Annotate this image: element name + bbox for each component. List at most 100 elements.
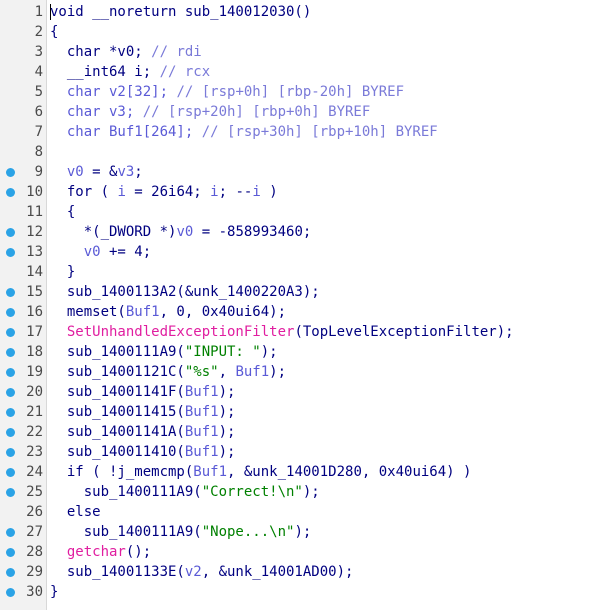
code-line[interactable]: 17 SetUnhandledExceptionFilter(TopLevelE… (0, 322, 604, 342)
code-line[interactable]: 3 char *v0; // rdi (0, 42, 604, 62)
code-token: "INPUT: " (184, 344, 261, 360)
code-line[interactable]: 16 memset(Buf1, 0, 0x40ui64); (0, 302, 604, 322)
line-number: 17 (26, 324, 43, 340)
code-token: sub_14001141A( (50, 424, 185, 440)
code-line[interactable]: 24 if ( !j_memcmp(Buf1, &unk_14001D280, … (0, 462, 604, 482)
code-text: } (50, 582, 58, 602)
code-token: Buf1 (184, 444, 219, 460)
breakpoint-dot-icon[interactable] (6, 428, 15, 437)
code-token: (); (125, 544, 152, 560)
code-line[interactable]: 15 sub_1400113A2(&unk_1400220A3); (0, 282, 604, 302)
breakpoint-dot-icon[interactable] (6, 468, 15, 477)
breakpoint-dot-icon[interactable] (6, 328, 15, 337)
code-token: , 0, 0x40ui64); (159, 304, 287, 320)
line-number: 20 (26, 384, 43, 400)
breakpoint-dot-icon[interactable] (6, 448, 15, 457)
breakpoint-dot-icon[interactable] (6, 408, 15, 417)
code-line[interactable]: 4 __int64 i; // rcx (0, 62, 604, 82)
code-line[interactable]: 7 char Buf1[264]; // [rsp+30h] [rbp+10h]… (0, 122, 604, 142)
code-line[interactable]: 9 v0 = &v3; (0, 162, 604, 182)
code-line[interactable]: 10 for ( i = 26i64; i; --i ) (0, 182, 604, 202)
code-token: // rcx (159, 64, 211, 80)
code-line[interactable]: 1 void __noreturn sub_140012030() (0, 2, 604, 22)
code-token: i (117, 184, 126, 200)
code-line[interactable]: 22 sub_14001141A(Buf1); (0, 422, 604, 442)
code-line[interactable]: 18 sub_1400111A9("INPUT: "); (0, 342, 604, 362)
code-token: v0 (176, 224, 194, 240)
breakpoint-dot-icon[interactable] (6, 308, 15, 317)
code-line[interactable]: 23 sub_140011410(Buf1); (0, 442, 604, 462)
breakpoint-dot-icon[interactable] (6, 548, 15, 557)
code-token: sub_14001133E( (50, 564, 185, 580)
code-text: v0 = &v3; (50, 162, 143, 182)
code-token: if ( !j_memcmp( (50, 464, 194, 480)
code-token: sub_140011410( (50, 444, 185, 460)
line-number: 6 (34, 104, 43, 120)
breakpoint-dot-icon[interactable] (6, 248, 15, 257)
breakpoint-dot-icon[interactable] (6, 168, 15, 177)
breakpoint-dot-icon[interactable] (6, 288, 15, 297)
line-number: 28 (26, 544, 43, 560)
breakpoint-dot-icon[interactable] (6, 368, 15, 377)
code-line[interactable]: 26 else (0, 502, 604, 522)
code-text: sub_14001141F(Buf1); (50, 382, 236, 402)
code-line[interactable]: 20 sub_14001141F(Buf1); (0, 382, 604, 402)
code-text: sub_1400111A9("INPUT: "); (50, 342, 278, 362)
code-token: v0 (50, 164, 84, 180)
code-token: sub_1400111A9( (50, 524, 202, 540)
code-token: Buf1 (184, 384, 219, 400)
breakpoint-dot-icon[interactable] (6, 188, 15, 197)
code-line[interactable]: 27 sub_1400111A9("Nope...\n"); (0, 522, 604, 542)
code-line[interactable]: 29 sub_14001133E(v2, &unk_14001AD00); (0, 562, 604, 582)
code-line[interactable]: 21 sub_140011415(Buf1); (0, 402, 604, 422)
code-token: SetUnhandledExceptionFilter (66, 324, 295, 340)
code-token: for ( (50, 184, 118, 200)
pseudocode-view[interactable]: 1 void __noreturn sub_140012030() 2{3 char… (0, 0, 604, 610)
code-token: void __noreturn sub_140012030() (50, 4, 312, 20)
code-text: memset(Buf1, 0, 0x40ui64); (50, 302, 286, 322)
code-token: Buf1 (125, 304, 160, 320)
line-number: 8 (34, 144, 43, 160)
code-token: } (50, 584, 59, 600)
code-token: sub_1400113A2(&unk_1400220A3); (50, 284, 320, 300)
code-token: // [rsp+20h] [rbp+0h] BYREF (142, 104, 371, 120)
breakpoint-dot-icon[interactable] (6, 488, 15, 497)
code-line[interactable]: 25 sub_1400111A9("Correct!\n"); (0, 482, 604, 502)
code-line[interactable]: 19 sub_14001121C("%s", Buf1); (0, 362, 604, 382)
line-number: 16 (26, 304, 43, 320)
breakpoint-dot-icon[interactable] (6, 228, 15, 237)
code-line[interactable]: 2{ (0, 22, 604, 42)
breakpoint-dot-icon[interactable] (6, 588, 15, 597)
code-token: = & (83, 164, 118, 180)
code-line[interactable]: 14 } (0, 262, 604, 282)
line-number: 26 (26, 504, 43, 520)
line-number: 22 (26, 424, 43, 440)
code-token: // [rsp+0h] [rbp-20h] BYREF (176, 84, 405, 100)
code-line[interactable]: 12 *(_DWORD *)v0 = -858993460; (0, 222, 604, 242)
code-line[interactable]: 28 getchar(); (0, 542, 604, 562)
line-number: 30 (26, 584, 43, 600)
code-token: ); (294, 524, 312, 540)
code-token: i (210, 184, 219, 200)
line-number: 11 (26, 204, 43, 220)
code-text: SetUnhandledExceptionFilter(TopLevelExce… (50, 322, 514, 342)
code-lines: 1 void __noreturn sub_140012030() 2{3 char… (0, 2, 604, 602)
code-token: ); (269, 364, 287, 380)
code-line[interactable]: 5 char v2[32]; // [rsp+0h] [rbp-20h] BYR… (0, 82, 604, 102)
breakpoint-dot-icon[interactable] (6, 348, 15, 357)
code-text: __int64 i; // rcx (50, 62, 210, 82)
code-line[interactable]: 11 { (0, 202, 604, 222)
code-line[interactable]: 6 char v3; // [rsp+20h] [rbp+0h] BYREF (0, 102, 604, 122)
breakpoint-dot-icon[interactable] (6, 528, 15, 537)
code-line[interactable]: 13 v0 += 4; (0, 242, 604, 262)
code-line[interactable]: 30} (0, 582, 604, 602)
line-number: 29 (26, 564, 43, 580)
breakpoint-dot-icon[interactable] (6, 388, 15, 397)
code-token: Buf1 (235, 364, 270, 380)
code-text: char Buf1[264]; // [rsp+30h] [rbp+10h] B… (50, 122, 438, 142)
code-line[interactable]: 8 (0, 142, 604, 162)
breakpoint-dot-icon[interactable] (6, 568, 15, 577)
code-text: sub_140011410(Buf1); (50, 442, 236, 462)
